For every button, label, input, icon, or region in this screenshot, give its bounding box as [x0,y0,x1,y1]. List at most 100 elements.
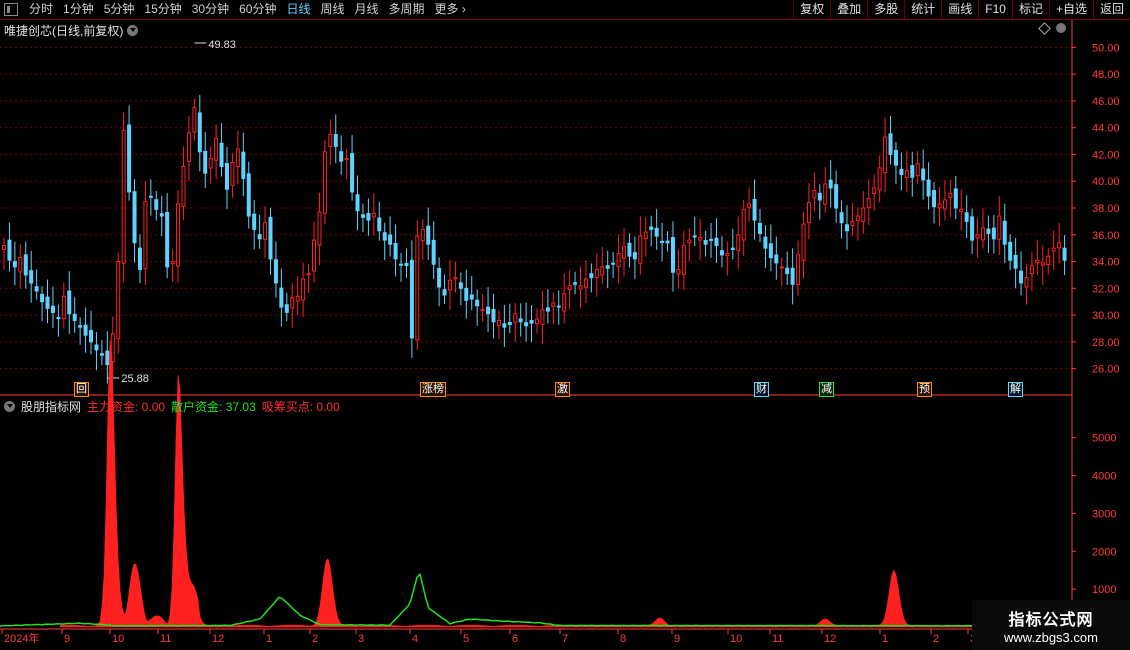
event-marker-4[interactable]: 减 [819,382,834,397]
action-button-3[interactable]: 统计 [904,0,941,19]
action-button-5[interactable]: F10 [978,0,1012,19]
candle-body [23,254,28,276]
x-tick-label: 2 [312,633,318,645]
candle-body [855,215,860,222]
tab-period-3[interactable]: 15分钟 [139,0,186,19]
candle-body [50,305,55,313]
tab-period-9[interactable]: 多周期 [384,0,430,19]
candle-body [192,107,197,133]
event-marker-0[interactable]: 回 [74,382,89,397]
candle-body [61,295,66,320]
candle-body [975,234,980,239]
candle-body [834,184,839,209]
chevron-down-icon[interactable] [4,401,15,412]
candle-body [339,151,344,162]
candle-body [1029,265,1034,275]
ind-y-tick-label: 4000 [1092,471,1116,483]
y-tick-label: 44.00 [1092,123,1120,135]
candle-body [752,198,757,221]
event-marker-1[interactable]: 涨榜 [420,382,446,397]
tab-period-5[interactable]: 60分钟 [234,0,281,19]
candle-body [170,261,175,264]
y-tick-label: 34.00 [1092,257,1120,269]
action-button-0[interactable]: 复权 [793,0,830,19]
tab-period-1[interactable]: 1分钟 [58,0,99,19]
event-marker-5[interactable]: 预 [917,382,932,397]
candle-body [366,213,371,221]
candle-body [893,150,898,166]
candle-body [932,190,937,208]
candle-body [393,242,398,260]
ind-y-tick-label: 2000 [1092,546,1116,558]
candle-body [328,133,333,147]
candle-body [83,324,88,336]
x-tick-label: 6 [512,633,518,645]
candle-body [306,273,311,276]
candle-body [698,236,703,241]
candle-body [964,212,969,222]
action-button-1[interactable]: 叠加 [830,0,867,19]
candle-body [763,236,768,249]
candle-body [676,269,681,275]
candle-body [839,212,844,224]
action-button-8[interactable]: 返回 [1092,0,1130,19]
candle-body [709,238,714,241]
event-marker-3[interactable]: 财 [754,382,769,397]
chart-title: 唯捷创芯(日线,前复权) [4,22,139,39]
x-tick-label: 11 [772,633,783,645]
tab-period-7[interactable]: 周线 [315,0,349,19]
candle-body [159,213,164,217]
tab-period-0[interactable]: 分时 [24,0,58,19]
candle-body [224,163,229,190]
candle-body [203,150,208,174]
candle-body [817,192,822,201]
candle-body [110,333,115,363]
tab-period-8[interactable]: 月线 [350,0,384,19]
event-marker-2[interactable]: 激 [555,382,570,397]
candle-body [622,246,627,259]
ind-y-tick-label: 1000 [1092,584,1116,596]
candle-body [181,166,186,207]
candle-body [496,319,501,326]
tab-period-2[interactable]: 5分钟 [99,0,140,19]
candle-body [719,250,724,256]
event-marker-6[interactable]: 解 [1008,382,1023,397]
candle-body [638,235,643,264]
candle-body [1062,247,1067,261]
candle-body [154,199,159,210]
candle-body [7,239,12,261]
tab-period-10[interactable]: 更多 › [430,0,471,19]
candle-body [926,179,931,197]
candle-body [953,188,958,209]
candle-body [551,302,556,307]
action-button-6[interactable]: 标记 [1011,0,1049,19]
candle-body [437,267,442,288]
y-tick-label: 42.00 [1092,149,1120,161]
candle-body [257,234,262,240]
diamond-icon[interactable] [1038,22,1051,35]
settings-circle-icon[interactable] [1056,23,1066,33]
candle-body [388,234,393,245]
action-button-4[interactable]: 画线 [941,0,978,19]
kline-chart[interactable]: 50.00 48.00 46.00 44.00 42.00 40.00 38.00 36.00… [0,0,1130,650]
candle-body [654,227,659,237]
action-button-7[interactable]: +自选 [1048,0,1093,19]
candle-body [45,296,50,309]
x-tick-label: 11 [160,633,171,645]
action-button-2[interactable]: 多股 [867,0,904,19]
chevron-down-icon[interactable] [127,25,139,36]
y-tick-label: 36.00 [1092,230,1120,242]
candle-body [208,157,213,169]
right-side-panel[interactable] [1118,20,1130,650]
indicator-name: 股朋指标网 [21,400,82,414]
x-tick-label: 1 [882,633,888,645]
candle-body [888,133,893,155]
candle-body [214,137,219,161]
y-tick-label: 32.00 [1092,283,1120,295]
stock-title: 唯捷创芯(日线,前复权) [4,24,124,38]
candle-body [529,319,534,324]
panel-toggle-icon[interactable] [4,3,18,16]
tab-period-4[interactable]: 30分钟 [187,0,234,19]
tab-period-6[interactable]: 日线 [281,0,315,19]
x-tick-label: 10 [112,633,124,645]
